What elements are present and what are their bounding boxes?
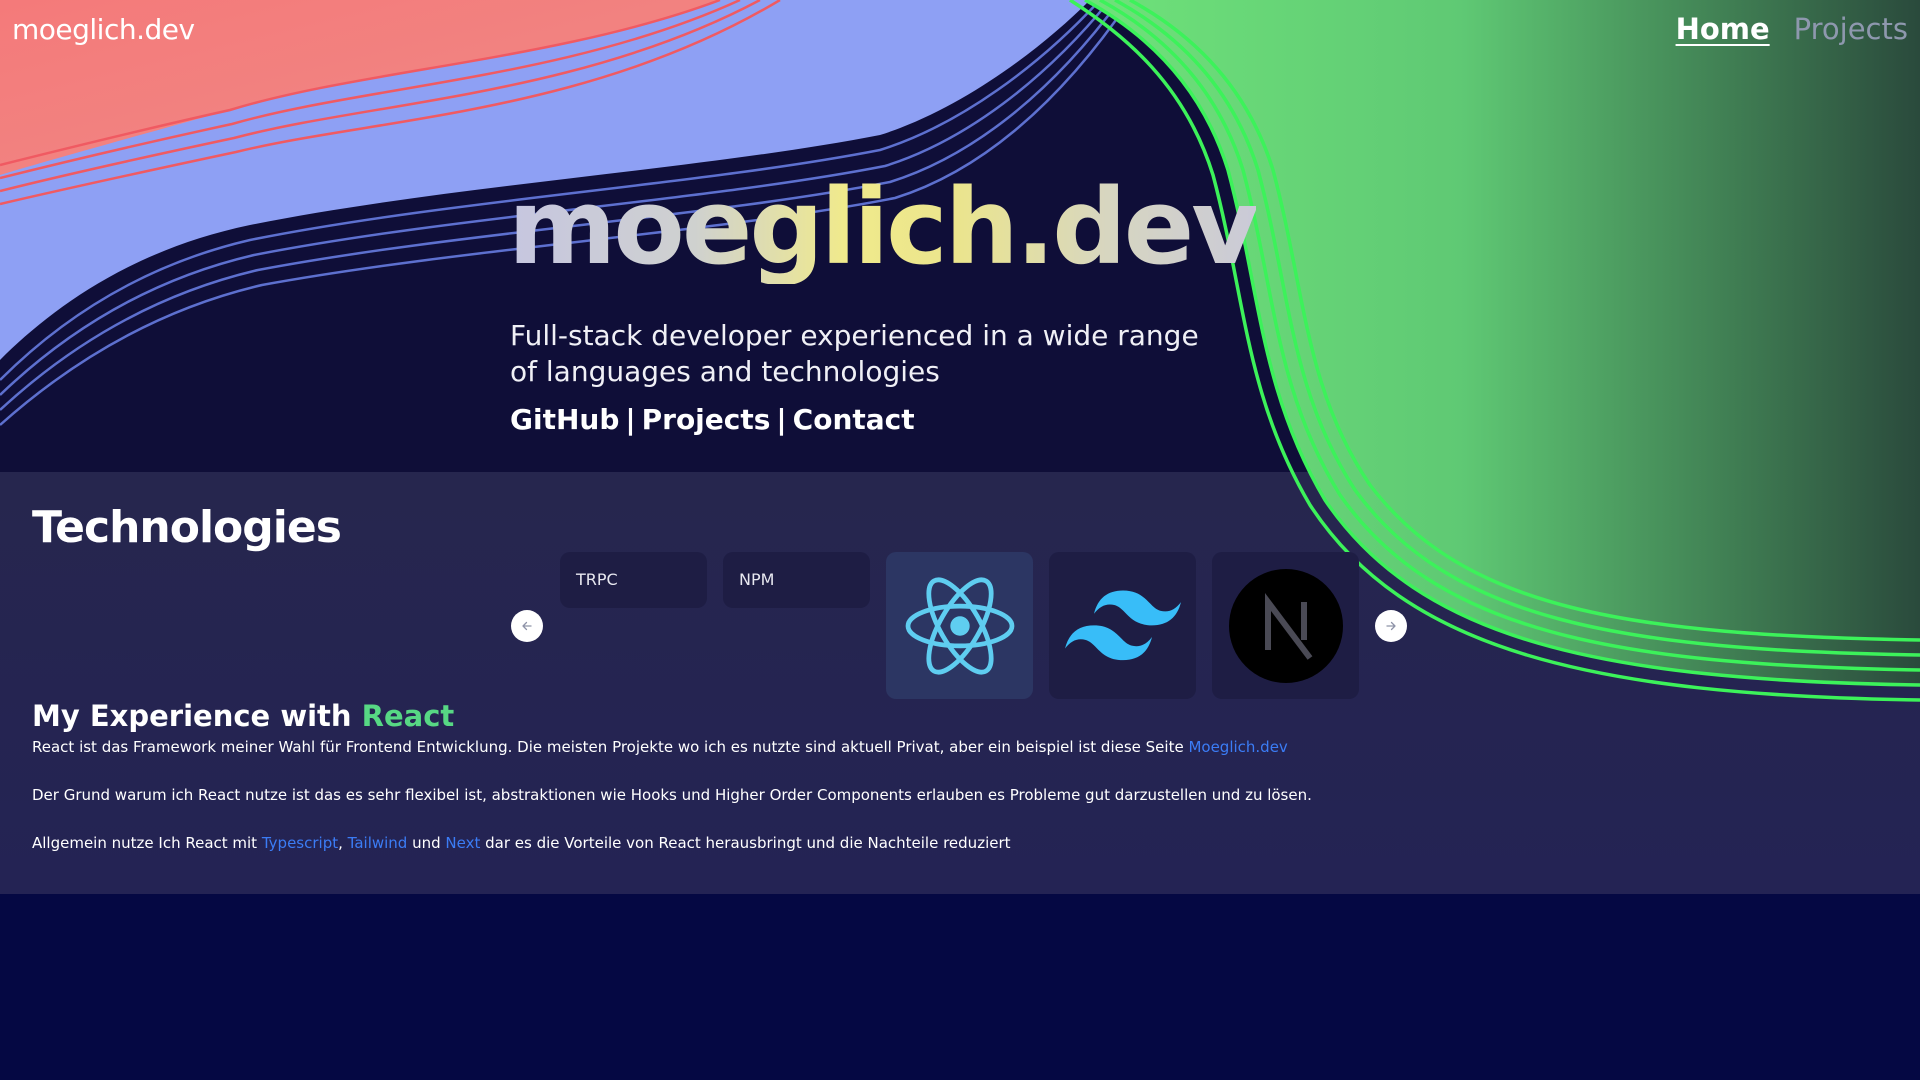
hero-link-contact[interactable]: Contact: [793, 403, 915, 436]
carousel-prev-button[interactable]: [511, 610, 543, 642]
tech-card-label: TRPC: [576, 570, 618, 589]
hero-title: moeglich.dev: [508, 166, 1259, 288]
experience-paragraph-3: Allgemein nutze Ich React mit Typescript…: [32, 834, 1011, 852]
tailwind-link[interactable]: Tailwind: [348, 834, 408, 852]
experience-paragraph-3-sep-2: und: [407, 834, 446, 852]
experience-heading-accent: React: [361, 699, 455, 733]
tech-card-next[interactable]: [1212, 552, 1359, 699]
next-link[interactable]: Next: [445, 834, 480, 852]
technologies-section: Technologies TRPC NPM My Experience with…: [0, 472, 1920, 894]
tech-card-tailwind[interactable]: [1049, 552, 1196, 699]
react-icon: [905, 577, 1014, 674]
hero-link-separator: |: [776, 403, 787, 436]
experience-paragraph-3-sep-1: ,: [338, 834, 348, 852]
experience-paragraph-3-text-b: dar es die Vorteile von React herausbrin…: [480, 834, 1011, 852]
nav-logo[interactable]: moeglich.dev: [12, 13, 195, 46]
hero-link-separator: |: [625, 403, 636, 436]
tech-card-react[interactable]: [886, 552, 1033, 699]
hero-link-projects[interactable]: Projects: [642, 403, 771, 436]
nav-link-home[interactable]: Home: [1676, 12, 1770, 46]
tech-card-label: NPM: [739, 570, 775, 589]
nav-link-projects[interactable]: Projects: [1794, 12, 1908, 46]
top-nav: Home Projects: [1676, 12, 1908, 46]
typescript-link[interactable]: Typescript: [262, 834, 338, 852]
experience-paragraph-1: React ist das Framework meiner Wahl für …: [32, 738, 1288, 756]
hero-section: moeglich.dev Home Projects moeglich.dev …: [0, 0, 1920, 472]
hero-link-github[interactable]: GitHub: [510, 403, 619, 436]
experience-paragraph-2: Der Grund warum ich React nutze ist das …: [32, 786, 1312, 804]
experience-paragraph-1-text: React ist das Framework meiner Wahl für …: [32, 738, 1189, 756]
experience-paragraph-3-text-a: Allgemein nutze Ich React mit: [32, 834, 262, 852]
tech-card-trpc[interactable]: TRPC: [560, 552, 707, 608]
tailwind-icon: [1064, 590, 1181, 660]
carousel-next-button[interactable]: [1375, 610, 1407, 642]
arrow-right-icon: [1386, 621, 1396, 631]
experience-heading-prefix: My Experience with: [32, 699, 362, 733]
tech-card-npm[interactable]: NPM: [723, 552, 870, 608]
arrow-left-icon: [522, 621, 532, 631]
experience-heading: My Experience with React: [32, 699, 454, 733]
hero-links: GitHub | Projects | Contact: [510, 403, 915, 436]
technologies-heading: Technologies: [32, 502, 342, 553]
moeglich-dev-link[interactable]: Moeglich.dev: [1188, 738, 1287, 756]
hero-subtitle: Full-stack developer experienced in a wi…: [510, 319, 1199, 389]
nextjs-icon: [1228, 568, 1343, 683]
